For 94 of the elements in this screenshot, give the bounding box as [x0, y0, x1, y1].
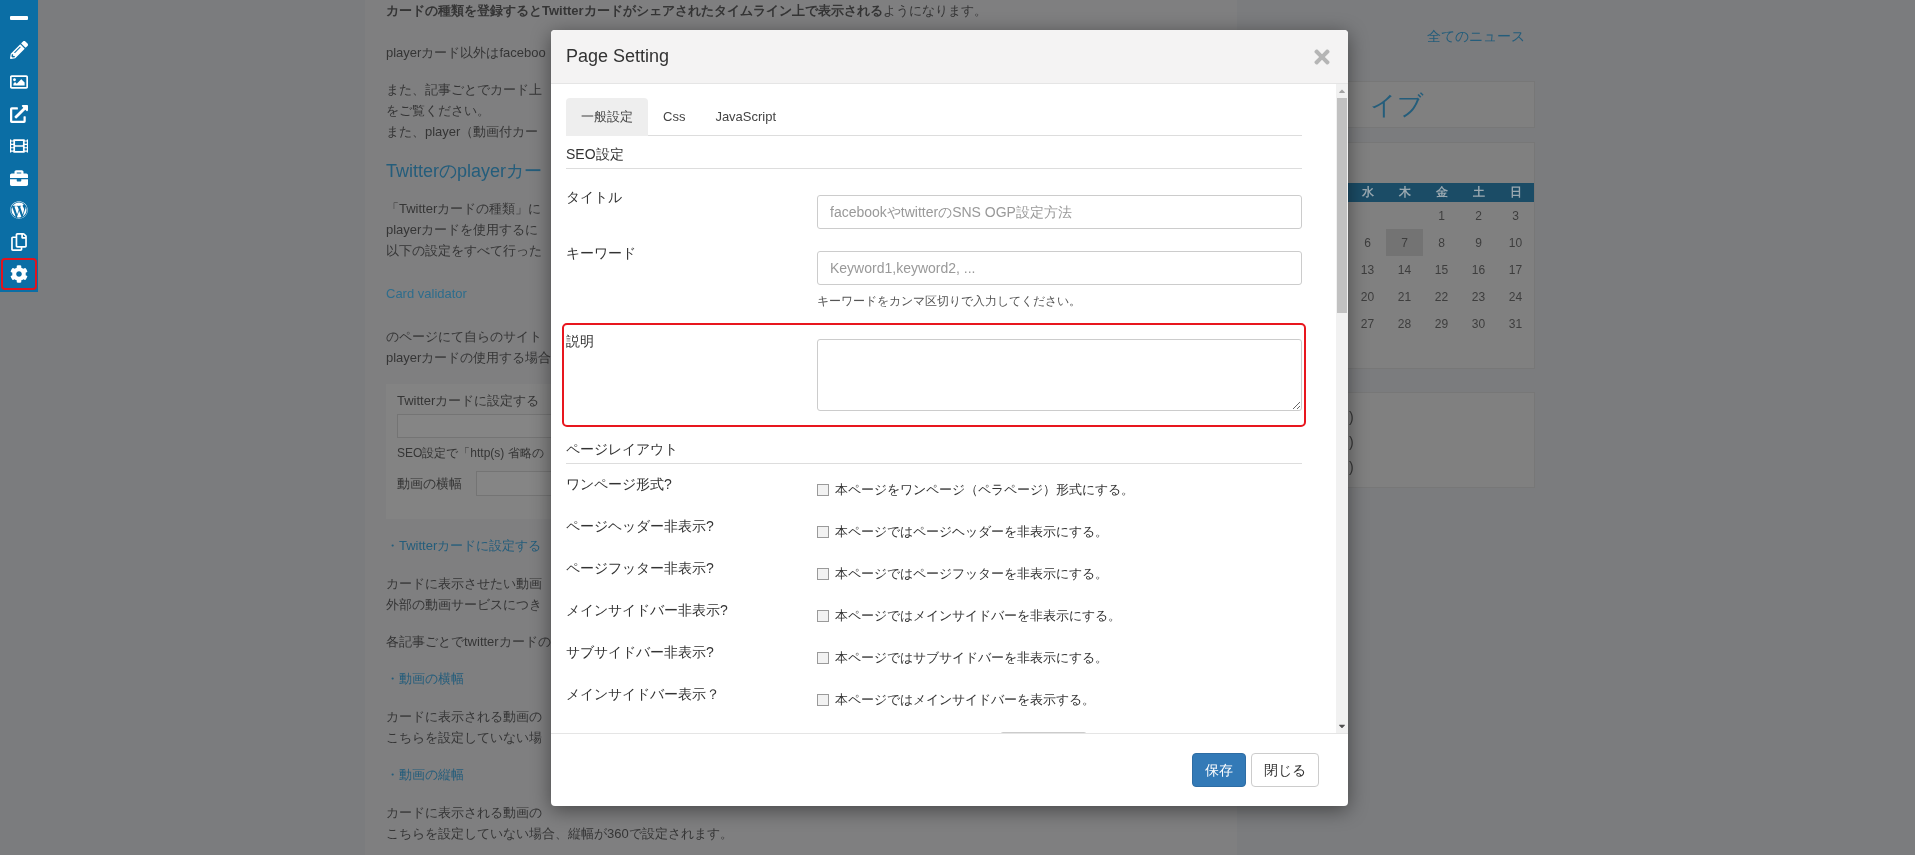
calendar-day[interactable]: 23 [1460, 283, 1497, 310]
tab[interactable]: JavaScript [700, 98, 792, 136]
tab[interactable]: 一般設定 [566, 98, 648, 136]
calendar-day[interactable]: 22 [1423, 283, 1460, 310]
bullet-heading: ・Twitterカードに設定する [386, 537, 542, 555]
paragraph: カードに表示される動画の こちらを設定していない場合、縦幅が360で設定されます。 [386, 804, 733, 843]
list-item: ) [1349, 458, 1355, 477]
checkbox[interactable] [817, 694, 829, 706]
field-label: 説明 [566, 332, 595, 351]
calendar-day[interactable]: 8 [1423, 229, 1460, 256]
paragraph: カードに表示させたい動画 外部の動画サービスにつき [386, 575, 542, 614]
checkbox[interactable] [817, 484, 829, 496]
checkbox-option[interactable]: 本ページではページヘッダーを非表示にする。 [817, 522, 1108, 542]
field-label: 動画の横幅 [397, 474, 462, 493]
calendar-day[interactable]: 13 [1349, 256, 1386, 283]
section-heading: Twitterのplayerカー [386, 160, 543, 183]
calendar-day[interactable]: 28 [1386, 310, 1423, 337]
checkbox-option[interactable]: 本ページではページフッターを非表示にする。 [817, 564, 1108, 584]
calendar-day[interactable]: 14 [1386, 256, 1423, 283]
calendar-day[interactable]: 29 [1423, 310, 1460, 337]
calendar-day[interactable]: 20 [1349, 283, 1386, 310]
calendar-day[interactable]: 15 [1423, 256, 1460, 283]
paragraph: カードの種類を登録するとTwitterカードがシェアされたタイムライン上で表示されるようになります。 [386, 2, 987, 20]
calendar-day[interactable]: 9 [1460, 229, 1497, 256]
scrollbar[interactable] [1336, 84, 1348, 733]
calendar-day[interactable]: 17 [1497, 256, 1534, 283]
checkbox-option[interactable]: 本ページではメインサイドバーを非表示にする。 [817, 606, 1121, 626]
calendar-day[interactable]: 30 [1460, 310, 1497, 337]
paragraph: playerカード以外はfaceboo [386, 44, 546, 62]
tab[interactable]: Css [648, 98, 701, 136]
checkbox[interactable] [817, 652, 829, 664]
text-field[interactable]: Keyword1,keyword2, ... [817, 251, 1302, 285]
checkbox-option[interactable]: 本ページではメインサイドバーを表示する。 [817, 690, 1095, 710]
minus-icon [10, 16, 28, 20]
field-label: サブサイドバー非表示? [566, 643, 715, 662]
calendar-day[interactable]: 31 [1497, 310, 1534, 337]
field-label: タイトル [566, 188, 623, 207]
toolbar-button[interactable] [1, 258, 37, 290]
field-label: キーワード [566, 244, 637, 263]
paragraph: カードに表示される動画の こちらを設定していない場 [386, 708, 542, 747]
field-label: ページフッター非表示? [566, 559, 715, 578]
copy-icon [10, 233, 28, 251]
all-news-link[interactable]: 全てのニュース [1427, 26, 1525, 47]
calendar-day[interactable]: 3 [1497, 202, 1534, 229]
calendar-day[interactable]: 21 [1386, 283, 1423, 310]
dialog-title: Page Setting [566, 45, 670, 68]
checkbox[interactable] [817, 526, 829, 538]
widget-title: イブ [1370, 89, 1424, 120]
field-label: ページヘッダー非表示? [566, 517, 715, 536]
calendar-day[interactable]: 16 [1460, 256, 1497, 283]
paragraph: また、記事ごとでカード上 をご覧ください。 また、player（動画付カー [386, 81, 542, 141]
list-item: ) [1349, 408, 1355, 427]
field-label: メインサイドバー非表示? [566, 601, 729, 620]
text-field[interactable]: facebookやtwitterのSNS OGP設定方法 [817, 195, 1302, 229]
close-dialog-button[interactable]: 閉じる [1251, 753, 1319, 787]
card-validator-link[interactable]: Card validator [386, 283, 467, 304]
wordpress-icon [10, 201, 28, 219]
weekday-label: 水 [1360, 184, 1375, 201]
calendar-day[interactable]: 24 [1497, 283, 1534, 310]
paragraph: 各記事ごとでtwitterカードの [386, 633, 551, 651]
weekday-label: 金 [1434, 184, 1449, 201]
checkbox[interactable] [817, 568, 829, 580]
bullet-heading: ・動画の横幅 [386, 670, 464, 688]
paragraph: 「Twitterカードの種類」に playerカードを使用するに 以下の設定をすべて行った [386, 200, 542, 260]
settings-icon [10, 265, 28, 283]
list-item: ) [1349, 433, 1355, 452]
scrollbar-thumb[interactable] [1337, 98, 1347, 313]
calendar-day[interactable]: 2 [1460, 202, 1497, 229]
calendar-day[interactable]: 6 [1349, 229, 1386, 256]
panel-title: Twitterカードに設定する [397, 392, 540, 410]
pencil-icon [10, 41, 28, 59]
panel-note: SEO設定で「http(s) 省略の [397, 445, 544, 462]
calendar-day[interactable]: 27 [1349, 310, 1386, 337]
external-link-icon [10, 105, 28, 123]
section-title: SEO設定 [566, 144, 1302, 169]
image-icon [10, 73, 28, 91]
description-field[interactable] [817, 339, 1302, 411]
section-title: ページレイアウト [566, 439, 1302, 464]
weekday-label: 土 [1471, 184, 1486, 201]
checkbox-option[interactable]: 本ページをワンページ（ペラページ）形式にする。 [817, 480, 1134, 500]
weekday-label: 木 [1397, 184, 1412, 201]
calendar-day[interactable]: 10 [1497, 229, 1534, 256]
paragraph: のページにて自らのサイト playerカードの使用する場合 [386, 328, 552, 367]
checkbox[interactable] [817, 610, 829, 622]
calendar-day[interactable]: 1 [1423, 202, 1460, 229]
field-label: ワンページ形式? [566, 475, 673, 494]
help-text: キーワードをカンマ区切りで入力してください。 [817, 293, 1082, 309]
weekday-label: 日 [1508, 184, 1523, 201]
save-button[interactable]: 保存 [1192, 753, 1246, 787]
briefcase-icon [10, 169, 28, 187]
bullet-heading: ・動画の縦幅 [386, 766, 464, 784]
film-icon [10, 137, 28, 155]
field-label: メインサイドバー表示？ [566, 685, 721, 704]
checkbox-option[interactable]: 本ページではサブサイドバーを非表示にする。 [817, 648, 1108, 668]
